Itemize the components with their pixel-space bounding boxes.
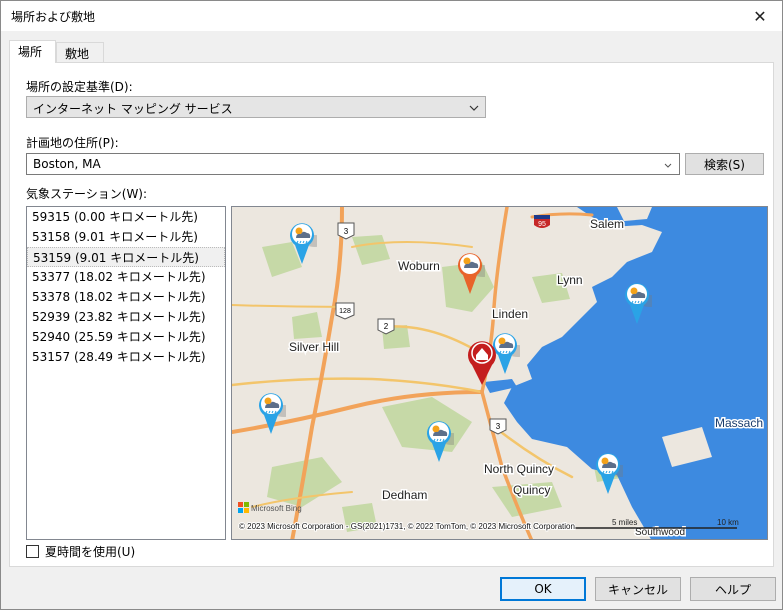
road-shield-3b-label: 3 — [496, 422, 501, 431]
map-label-salem: Salem — [590, 217, 624, 231]
station-item[interactable]: 53158 (9.01 キロメートル先) — [27, 227, 225, 247]
tab-site-label: 敷地 — [65, 47, 90, 61]
location-basis-select[interactable]: インターネット マッピング サービス — [26, 96, 486, 118]
close-icon[interactable]: ✕ — [738, 1, 782, 31]
location-basis-label: 場所の設定基準(D): — [26, 80, 133, 94]
road-shield-95-label: 95 — [538, 221, 546, 228]
dialog-window: 場所および敷地 ✕ 場所 敷地 場所の設定基準(D): インターネット マッピン… — [0, 0, 783, 610]
scale-miles-label: 5 miles — [612, 518, 637, 527]
address-label: 計画地の住所(P): — [26, 136, 119, 150]
ok-button-label: OK — [534, 582, 552, 596]
chevron-down-icon — [469, 105, 479, 111]
map-label-dedham: Dedham — [382, 488, 427, 502]
station-item[interactable]: 52940 (25.59 キロメートル先) — [27, 327, 225, 347]
stations-label: 気象ステーション(W): — [26, 187, 148, 201]
location-basis-value: インターネット マッピング サービス — [33, 102, 233, 116]
dst-checkbox-row[interactable]: 夏時間を使用(U) — [26, 543, 135, 560]
station-item[interactable]: 53377 (18.02 キロメートル先) — [27, 267, 225, 287]
dst-label: 夏時間を使用(U) — [45, 545, 136, 559]
map-label-woburn: Woburn — [398, 259, 440, 273]
road-shield-3b: 3 — [489, 418, 507, 435]
station-item[interactable]: 53157 (28.49 キロメートル先) — [27, 347, 225, 367]
station-item[interactable]: 59315 (0.00 キロメートル先) — [27, 207, 225, 227]
cancel-button[interactable]: キャンセル — [595, 577, 681, 601]
map-label-lynn: Lynn — [557, 273, 583, 287]
dst-checkbox[interactable] — [26, 545, 39, 558]
station-item[interactable]: 53159 (9.01 キロメートル先) — [27, 247, 225, 267]
station-list[interactable]: 59315 (0.00 キロメートル先) 53158 (9.01 キロメートル先… — [26, 206, 226, 540]
station-item[interactable]: 52939 (23.82 キロメートル先) — [27, 307, 225, 327]
road-shield-95: 95 — [534, 215, 550, 228]
address-value: Boston, MA — [33, 157, 101, 171]
address-input[interactable]: Boston, MA — [26, 153, 680, 175]
scale-km-label: 10 km — [717, 518, 739, 527]
map-label-massach: Massach — [715, 416, 763, 430]
search-button[interactable]: 検索(S) — [685, 153, 764, 175]
road-shield-128: 128 — [335, 302, 355, 320]
tab-location[interactable]: 場所 — [9, 40, 56, 63]
chevron-down-icon — [664, 163, 672, 168]
help-button-label: ヘルプ — [714, 582, 751, 597]
map-label-quincy: Quincy — [513, 483, 550, 497]
map-label-silver-hill: Silver Hill — [289, 340, 339, 354]
road-shield-3a-label: 3 — [344, 227, 349, 236]
bing-logo-text: Microsoft Bing — [251, 504, 302, 513]
search-button-label: 検索(S) — [704, 157, 745, 172]
window-title: 場所および敷地 — [11, 10, 96, 24]
road-shield-128-label: 128 — [339, 308, 351, 315]
map-label-north-quincy: North Quincy — [484, 462, 554, 476]
road-shield-2-label: 2 — [384, 322, 389, 331]
map-label-linden: Linden — [492, 307, 528, 321]
station-item[interactable]: 53378 (18.02 キロメートル先) — [27, 287, 225, 307]
tab-location-label: 場所 — [18, 45, 43, 59]
tab-site[interactable]: 敷地 — [56, 42, 104, 62]
cancel-button-label: キャンセル — [607, 582, 668, 597]
map-canvas[interactable]: 3 95 128 2 3 Salem Woburn Lynn Linden Si… — [232, 207, 768, 540]
location-panel: 場所の設定基準(D): インターネット マッピング サービス 計画地の住所(P)… — [9, 62, 774, 567]
ok-button[interactable]: OK — [500, 577, 586, 601]
title-bar: 場所および敷地 ✕ — [1, 1, 782, 31]
road-shield-2: 2 — [377, 318, 395, 335]
help-button[interactable]: ヘルプ — [690, 577, 776, 601]
map-copyright: © 2023 Microsoft Corporation - GS(2021)1… — [239, 522, 575, 531]
map-view[interactable]: 3 95 128 2 3 Salem Woburn Lynn Linden Si… — [231, 206, 768, 540]
road-shield-3a: 3 — [337, 222, 355, 240]
